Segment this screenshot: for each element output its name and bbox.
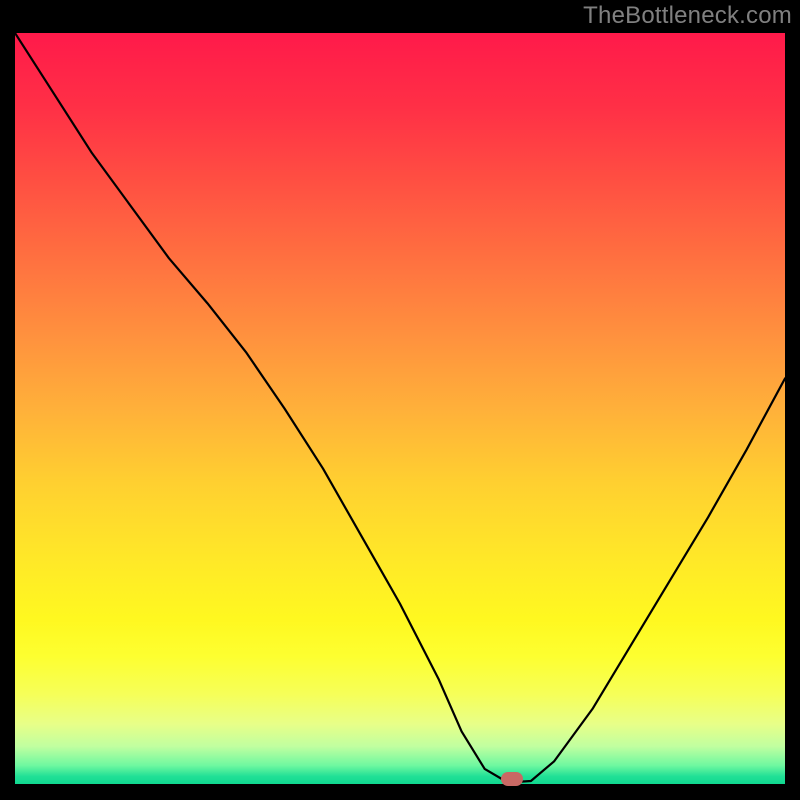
- optimum-marker: [501, 772, 523, 786]
- chart-svg: [15, 33, 785, 784]
- chart-frame: TheBottleneck.com: [0, 0, 800, 800]
- chart-plot-area: [15, 33, 785, 784]
- watermark-text: TheBottleneck.com: [583, 2, 792, 30]
- gradient-background: [15, 33, 785, 784]
